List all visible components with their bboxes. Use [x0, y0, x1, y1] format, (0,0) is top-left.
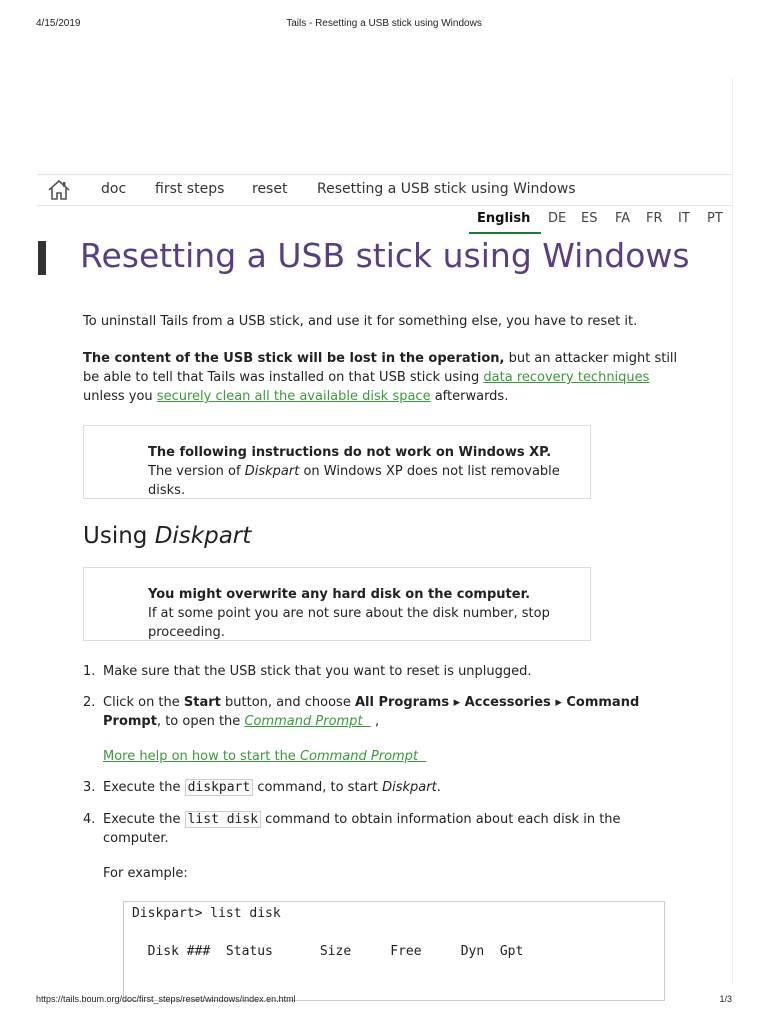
step-2-text-3: , to open the [156, 714, 245, 729]
step-3-text-2: command, to start [253, 780, 383, 795]
print-page-number: 1/3 [719, 994, 732, 1004]
breadcrumb-reset[interactable]: reset [252, 181, 287, 197]
note-xp-em: Diskpart [244, 464, 300, 479]
breadcrumb-current: Resetting a USB stick using Windows [317, 181, 576, 197]
note-overwrite-bold: You might overwrite any hard disk on the… [148, 587, 531, 602]
print-url: https://tails.boum.org/doc/first_steps/r… [36, 994, 296, 1004]
lang-fa[interactable]: FA [615, 211, 630, 226]
code-diskpart: diskpart [184, 779, 254, 796]
breadcrumb-doc[interactable]: doc [101, 181, 126, 197]
code-block-list-disk: Diskpart> list disk Disk ### Status Size… [123, 901, 665, 1001]
command-prompt-help-link[interactable]: More help on how to start the Command Pr… [103, 749, 426, 764]
step-2-start: Start [183, 695, 221, 710]
help-link-em: Command Prompt [299, 749, 419, 764]
step-2-text-1: Click on the [103, 695, 184, 710]
step-3-em: Diskpart [382, 780, 437, 795]
step-2-text-2: button, and choose [220, 695, 355, 710]
breadcrumb: doc first steps reset Resetting a USB st… [37, 174, 732, 206]
step-2-text-4: , [370, 714, 380, 729]
page-title: Resetting a USB stick using Windows [80, 236, 690, 275]
data-recovery-link[interactable]: data recovery techniques [483, 370, 649, 385]
lang-de[interactable]: DE [548, 211, 566, 226]
lang-current-underline [469, 232, 541, 234]
note-xp-bold: The following instructions do not work o… [148, 445, 552, 460]
warning-text-3: afterwards. [430, 389, 509, 404]
lang-it[interactable]: IT [678, 211, 690, 226]
lang-pt[interactable]: PT [707, 211, 723, 226]
step-3-text-1: Execute the [103, 780, 185, 795]
heading-prefix: Using [83, 523, 155, 549]
language-selector: English DE ES FA FR IT PT [469, 211, 732, 235]
home-icon[interactable] [47, 179, 71, 201]
note-xp-text-1: The version of [148, 464, 245, 479]
title-marker [38, 241, 46, 275]
help-link-prefix: More help on how to start the [103, 749, 300, 764]
section-heading-diskpart: Using Diskpart [83, 523, 251, 549]
step-1-num: 1. [83, 664, 96, 679]
note-overwrite: You might overwrite any hard disk on the… [83, 567, 591, 641]
code-line-2: Disk ### Status Size Free Dyn Gpt [132, 944, 524, 959]
command-prompt-link-text: Command Prompt [244, 714, 363, 729]
heading-em: Diskpart [154, 523, 252, 549]
secure-clean-link[interactable]: securely clean all the available disk sp… [157, 389, 431, 404]
step-4-num: 4. [83, 812, 96, 827]
print-title: Tails - Resetting a USB stick using Wind… [286, 18, 482, 29]
warning-paragraph: The content of the USB stick will be los… [83, 349, 683, 406]
breadcrumb-first-steps[interactable]: first steps [155, 181, 224, 197]
warning-text-2: unless you [83, 389, 157, 404]
step-1-text: Make sure that the USB stick that you wa… [103, 664, 532, 679]
note-overwrite-text: If at some point you are not sure about … [148, 606, 550, 640]
step-3-text-3: . [436, 780, 441, 795]
warning-bold: The content of the USB stick will be los… [83, 351, 505, 366]
content-border [732, 78, 733, 984]
code-line-1: Diskpart> list disk [132, 906, 281, 921]
command-prompt-link[interactable]: Command Prompt [244, 714, 370, 729]
print-header: 4/15/2019 Tails - Resetting a USB stick … [36, 18, 732, 30]
print-footer: https://tails.boum.org/doc/first_steps/r… [36, 994, 732, 1006]
intro-paragraph: To uninstall Tails from a USB stick, and… [83, 314, 638, 329]
step-3-num: 3. [83, 780, 96, 795]
step-2-num: 2. [83, 695, 96, 710]
lang-es[interactable]: ES [581, 211, 597, 226]
step-4-example: For example: [103, 866, 188, 881]
lang-english[interactable]: English [477, 211, 530, 226]
lang-fr[interactable]: FR [646, 211, 663, 226]
note-windows-xp: The following instructions do not work o… [83, 425, 591, 499]
step-4-text-1: Execute the [103, 812, 185, 827]
code-list-disk: list disk [184, 811, 262, 828]
